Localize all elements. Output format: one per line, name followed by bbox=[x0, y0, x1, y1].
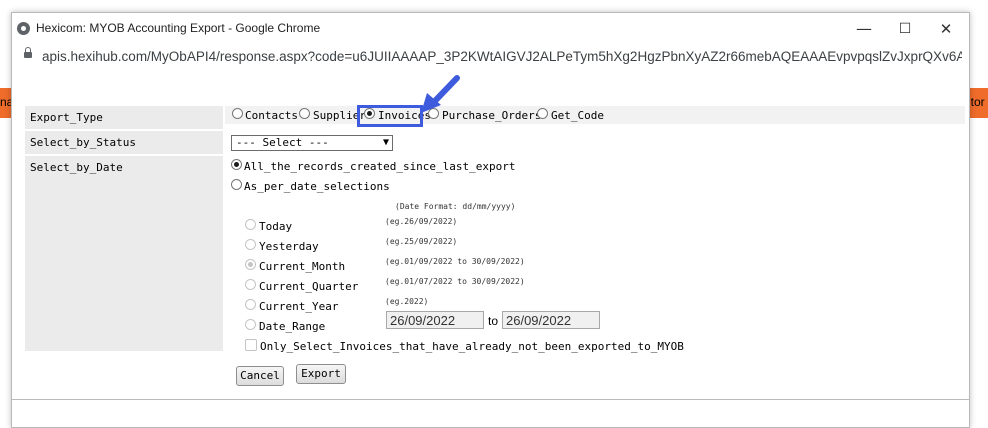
radio-date-range[interactable] bbox=[245, 319, 256, 330]
today-hint: (eg.26/09/2022) bbox=[385, 217, 458, 226]
current-quarter-hint: (eg.01/07/2022 to 30/09/2022) bbox=[385, 277, 525, 286]
close-button[interactable]: ✕ bbox=[926, 17, 966, 41]
labels-column: Export_Type Select_by_Status Select_by_D… bbox=[25, 106, 223, 351]
option-get-code-label: Get_Code bbox=[551, 109, 604, 122]
status-select[interactable]: --- Select --- ▼ bbox=[231, 135, 393, 151]
date-to-input[interactable]: 26/09/2022 bbox=[502, 311, 600, 329]
date-format-hint: (Date Format: dd/mm/yyyy) bbox=[395, 202, 516, 211]
background-page-text-right: itor bbox=[968, 95, 985, 109]
only-unexported-checkbox[interactable] bbox=[245, 339, 257, 351]
select-by-status-label: Select_by_Status bbox=[30, 136, 136, 149]
radio-current-year[interactable] bbox=[245, 299, 256, 310]
radio-current-quarter[interactable] bbox=[245, 279, 256, 290]
date-from-input[interactable]: 26/09/2022 bbox=[386, 311, 484, 329]
invoices-highlight-box bbox=[357, 105, 423, 127]
row-divider bbox=[25, 154, 223, 156]
export-type-label: Export_Type bbox=[30, 111, 103, 124]
current-year-label: Current_Year bbox=[259, 300, 339, 313]
title-bar: Hexicom: MYOB Accounting Export - Google… bbox=[12, 13, 969, 45]
select-by-date-label: Select_by_Date bbox=[30, 161, 123, 174]
radio-get-code[interactable] bbox=[537, 108, 548, 119]
minimize-button[interactable]: — bbox=[844, 17, 884, 41]
date-range-label: Date_Range bbox=[259, 320, 326, 333]
chevron-down-icon: ▼ bbox=[382, 137, 389, 148]
address-bar[interactable]: apis.hexihub.com/MyObAPI4/response.aspx?… bbox=[12, 45, 969, 72]
radio-today[interactable] bbox=[245, 219, 256, 230]
radio-contacts[interactable] bbox=[232, 108, 243, 119]
radio-supplier[interactable] bbox=[299, 108, 310, 119]
window-title: Hexicom: MYOB Accounting Export - Google… bbox=[36, 21, 321, 35]
maximize-button[interactable]: ☐ bbox=[885, 17, 925, 41]
option-contacts-label: Contacts bbox=[245, 109, 298, 122]
pointer-arrow-icon bbox=[421, 75, 460, 113]
export-button[interactable]: Export bbox=[296, 364, 346, 384]
cancel-button[interactable]: Cancel bbox=[236, 366, 284, 386]
current-month-hint: (eg.01/09/2022 to 30/09/2022) bbox=[385, 257, 525, 266]
lock-icon bbox=[24, 47, 32, 58]
date-to-label: to bbox=[488, 314, 499, 328]
radio-current-month[interactable] bbox=[245, 259, 256, 270]
row-divider bbox=[25, 129, 223, 131]
only-unexported-label: Only_Select_Invoices_that_have_already_n… bbox=[260, 340, 684, 353]
status-select-value: --- Select --- bbox=[236, 136, 329, 149]
as-per-date-label: As_per_date_selections bbox=[244, 180, 390, 193]
yesterday-hint: (eg.25/09/2022) bbox=[385, 237, 458, 246]
url-text: apis.hexihub.com/MyObAPI4/response.aspx?… bbox=[42, 49, 962, 64]
radio-all-records[interactable] bbox=[231, 159, 242, 170]
current-year-hint: (eg.2022) bbox=[385, 297, 429, 306]
yesterday-label: Yesterday bbox=[259, 240, 319, 253]
current-month-label: Current_Month bbox=[259, 260, 346, 273]
chrome-icon bbox=[17, 22, 30, 35]
radio-as-per-date[interactable] bbox=[231, 179, 242, 190]
today-label: Today bbox=[259, 220, 293, 233]
current-quarter-label: Current_Quarter bbox=[259, 280, 359, 293]
popup-window: Hexicom: MYOB Accounting Export - Google… bbox=[11, 12, 970, 428]
radio-yesterday[interactable] bbox=[245, 239, 256, 250]
all-records-label: All_the_records_created_since_last_expor… bbox=[244, 160, 516, 173]
export-form: Export_Type Select_by_Status Select_by_D… bbox=[12, 71, 969, 400]
